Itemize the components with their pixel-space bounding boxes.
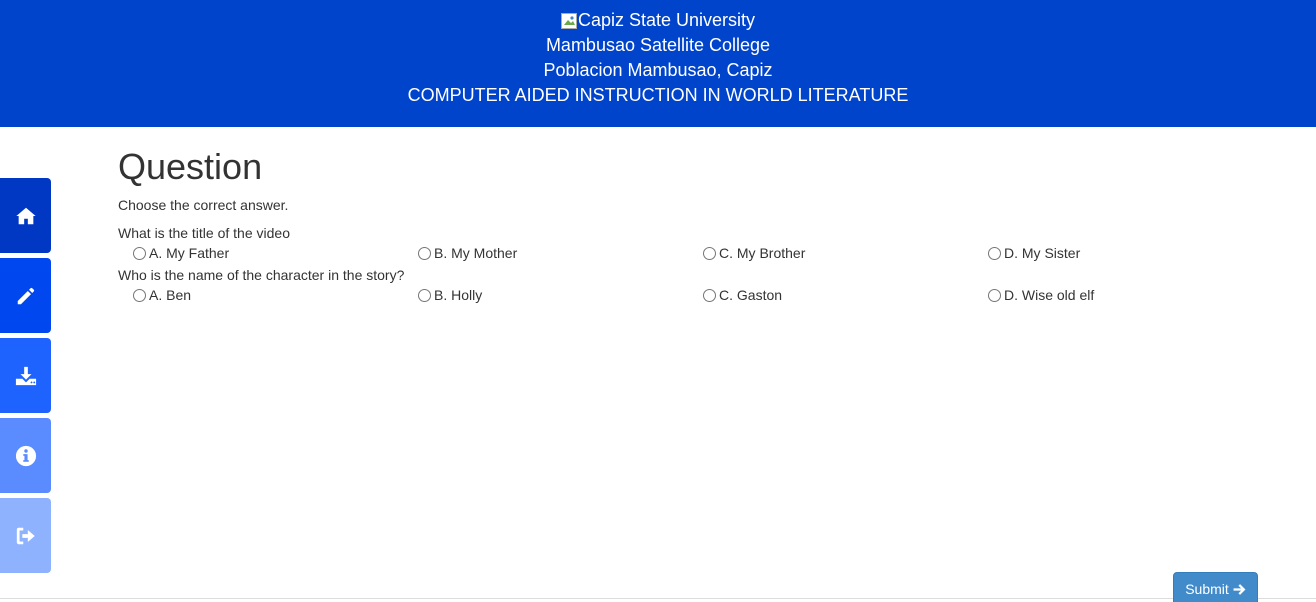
choice-option[interactable]: B. My Mother [418,243,517,263]
sign-out-icon [16,527,35,544]
course-title: COMPUTER AIDED INSTRUCTION IN WORLD LITE… [407,85,909,105]
radio-button[interactable] [133,288,146,302]
site-header: Capiz State University Mambusao Satellit… [0,0,1316,127]
page-title: Question [118,146,263,187]
main-content: Question Choose the correct answer. What… [118,140,1288,307]
pencil-icon [17,287,34,304]
home-icon [15,207,36,224]
choice-option[interactable]: D. Wise old elf [988,285,1094,305]
choice-label: C. Gaston [719,287,783,303]
question-1: What is the title of the video A. My Fat… [118,223,1288,265]
radio-button[interactable] [133,246,146,260]
broken-image-icon [560,12,577,29]
choice-option[interactable]: C. Gaston [703,285,782,305]
radio-button[interactable] [418,288,431,302]
choice-group: A. My Father B. My Mother C. My Brother … [118,243,1288,265]
choice-label: C. My Brother [719,245,806,261]
choice-label: A. My Father [149,245,230,261]
choice-group: A. Ben B. Holly C. Gaston D. Wise old el… [118,285,1288,307]
sidebar-item-info[interactable] [0,418,51,493]
college-name: Mambusao Satellite College [545,35,771,55]
choice-option[interactable]: D. My Sister [988,243,1080,263]
choice-label: D. My Sister [1004,245,1081,261]
arrow-right-icon [1233,583,1246,595]
choice-label: A. Ben [149,287,192,303]
question-2: Who is the name of the character in the … [118,265,1288,307]
radio-button[interactable] [703,246,716,260]
download-icon [15,366,36,385]
sidebar-item-download[interactable] [0,338,51,413]
footer-divider [0,598,1316,599]
submit-button[interactable]: Submit [1173,572,1258,602]
choice-option[interactable]: C. My Brother [703,243,805,263]
choice-label: D. Wise old elf [1004,287,1095,303]
university-line: Capiz State University [0,8,1316,33]
sidebar-item-logout[interactable] [0,498,51,573]
question-text: Who is the name of the character in the … [118,267,405,283]
choice-label: B. Holly [434,287,483,303]
choice-option[interactable]: A. Ben [133,285,191,305]
choice-label: B. My Mother [434,245,518,261]
radio-button[interactable] [988,246,1001,260]
sidebar-item-edit[interactable] [0,258,51,333]
question-text: What is the title of the video [118,225,290,241]
submit-label: Submit [1185,581,1229,597]
instruction-text: Choose the correct answer. [118,197,289,213]
university-name: Capiz State University [577,10,756,30]
radio-button[interactable] [988,288,1001,302]
radio-button[interactable] [418,246,431,260]
choice-option[interactable]: B. Holly [418,285,482,305]
info-icon [15,445,36,466]
radio-button[interactable] [703,288,716,302]
college-address: Poblacion Mambusao, Capiz [543,60,773,80]
sidebar-item-home[interactable] [0,178,51,253]
choice-option[interactable]: A. My Father [133,243,229,263]
